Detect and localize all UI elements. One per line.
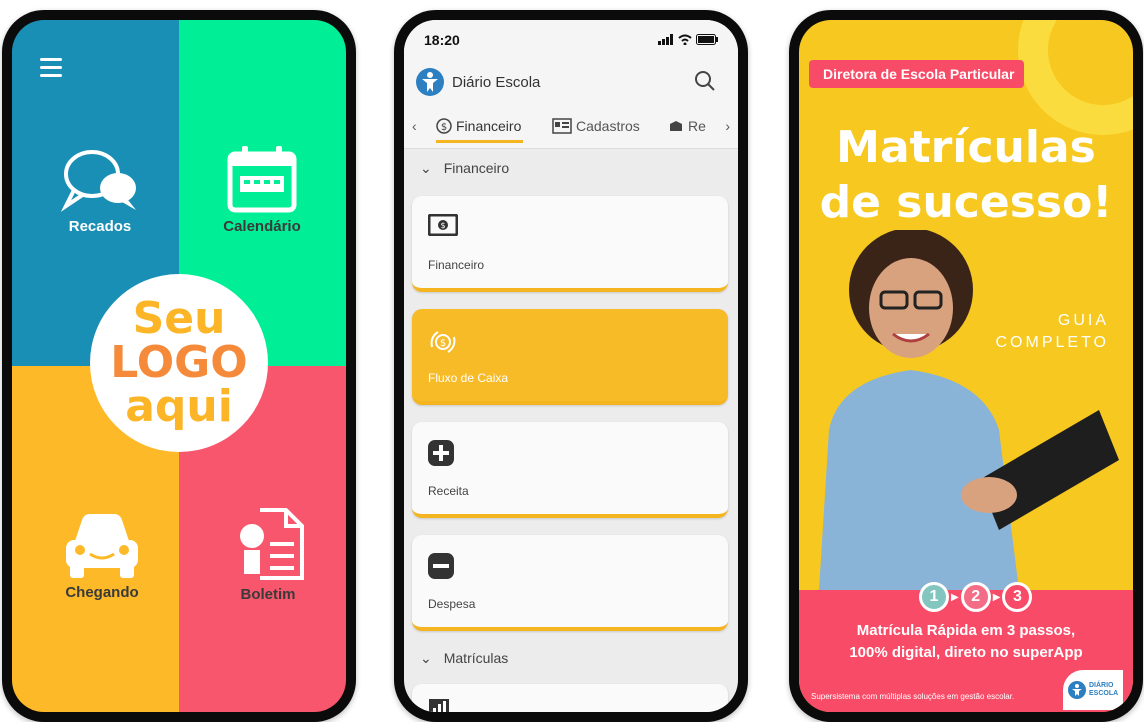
section-header-financeiro[interactable]: ⌄ Financeiro xyxy=(404,148,738,188)
card-label-financeiro: Financeiro xyxy=(428,258,485,272)
search-icon[interactable] xyxy=(694,70,716,92)
tabs-next-chevron-icon[interactable]: › xyxy=(725,118,730,134)
car-icon xyxy=(66,514,138,578)
money-circle-icon: $ xyxy=(436,118,452,134)
card-label-fluxo-de-caixa: Fluxo de Caixa xyxy=(428,371,509,385)
section-title-financeiro: Financeiro xyxy=(443,160,510,176)
chegando-tile-content[interactable]: Chegando xyxy=(60,510,144,601)
tab-label-re: Re xyxy=(688,118,706,134)
step-2: 2 xyxy=(960,582,991,612)
status-time: 18:20 xyxy=(424,32,460,48)
chat-bubbles-icon xyxy=(60,150,136,212)
plus-icon xyxy=(428,440,454,466)
brand-name: DIÁRIO ESCOLA xyxy=(1089,682,1119,697)
tile-label-boletim: Boletim xyxy=(240,586,296,603)
promo-text: Matrícula Rápida em 3 passos, 100% digit… xyxy=(799,620,1133,664)
tab-financeiro[interactable]: $ Financeiro xyxy=(436,118,524,143)
chevron-down-icon: ⌄ xyxy=(420,649,432,666)
footer-tagline: Supersistema com múltiplas soluções em g… xyxy=(811,692,1015,701)
tabs-prev-chevron-icon[interactable]: ‹ xyxy=(412,118,417,134)
brand-logo: DIÁRIO ESCOLA xyxy=(1063,670,1123,710)
step-3: 3 xyxy=(1002,582,1033,612)
svg-text:$: $ xyxy=(441,122,447,133)
tab-re[interactable]: Re xyxy=(668,118,706,134)
svg-text:$: $ xyxy=(440,338,446,349)
headline-line-1: Matrículas xyxy=(836,122,1096,173)
recados-tile-content[interactable]: Recados xyxy=(60,146,140,235)
tile-label-recados: Recados xyxy=(68,218,132,235)
card-label-despesa: Despesa xyxy=(428,597,476,611)
logo-line-3: aqui xyxy=(125,381,233,432)
chevron-down-icon: ⌄ xyxy=(420,159,432,176)
status-bar: 18:20 xyxy=(404,20,738,56)
card-label-receita: Receita xyxy=(428,484,469,498)
phone-launcher: Recados Calendário Seu LOGO aqui Chegand… xyxy=(2,10,356,722)
minus-icon xyxy=(428,553,454,579)
tab-label-financeiro: Financeiro xyxy=(456,118,522,134)
money-icon: $ xyxy=(428,214,458,236)
tile-label-chegando: Chegando xyxy=(65,584,139,601)
boletim-tile-content[interactable]: Boletim xyxy=(230,506,306,603)
steps-indicator: 1 ▶ 2 ▶ 3 xyxy=(919,582,1033,612)
app-bar: Diário Escola xyxy=(404,56,738,116)
app-logo-icon xyxy=(416,68,444,96)
logo-line-2: LOGO xyxy=(110,337,248,388)
signal-icon xyxy=(658,34,673,45)
section-header-matriculas[interactable]: ⌄ Matrículas xyxy=(404,638,738,678)
tab-bar: ‹ $ Financeiro Cadastros Re › xyxy=(404,116,738,149)
report-card-icon xyxy=(240,508,304,580)
card-matriculas-partial[interactable] xyxy=(412,684,728,712)
status-icons xyxy=(658,34,718,45)
svg-text:$: $ xyxy=(440,221,445,230)
audience-badge: Diretora de Escola Particular xyxy=(809,60,1025,88)
tab-label-cadastros: Cadastros xyxy=(576,118,640,134)
package-icon xyxy=(670,121,682,131)
section-title-matriculas: Matrículas xyxy=(443,650,509,666)
calendario-tile-content[interactable]: Calendário xyxy=(222,146,302,235)
headline-line-2: de sucesso! xyxy=(819,177,1113,228)
card-fluxo-de-caixa[interactable]: $ Fluxo de Caixa xyxy=(412,309,728,405)
phone-promo: Diretora de Escola Particular Matrículas… xyxy=(789,10,1143,722)
wifi-icon xyxy=(678,34,692,45)
battery-icon xyxy=(696,34,718,45)
promo-line-2: 100% digital, direto no superApp xyxy=(849,643,1083,661)
cash-flow-icon: $ xyxy=(430,331,456,353)
brand-figure-icon xyxy=(1068,681,1086,699)
card-despesa[interactable]: Despesa xyxy=(412,535,728,631)
phone-financeiro: 18:20 Diário Escola ‹ $ Financeiro Cadas… xyxy=(394,10,748,722)
logo-line-1: Seu xyxy=(132,293,226,344)
card-receita[interactable]: Receita xyxy=(412,422,728,518)
woman-with-tablet-illustration xyxy=(819,230,1119,590)
promo-screen: Diretora de Escola Particular Matrículas… xyxy=(799,20,1133,712)
card-financeiro[interactable]: $ Financeiro xyxy=(412,196,728,292)
calendar-icon xyxy=(227,146,297,213)
financeiro-screen: 18:20 Diário Escola ‹ $ Financeiro Cadas… xyxy=(404,20,738,712)
arrow-right-icon: ▶ xyxy=(992,591,1001,603)
tile-label-calendario: Calendário xyxy=(223,218,301,235)
id-card-icon xyxy=(552,118,572,134)
step-1: 1 xyxy=(919,582,949,612)
headline: Matrículas de sucesso! xyxy=(799,120,1133,230)
launcher-screen: Recados Calendário Seu LOGO aqui Chegand… xyxy=(12,20,346,712)
logo-placeholder: Seu LOGO aqui xyxy=(90,274,268,452)
promo-line-1: Matrícula Rápida em 3 passos, xyxy=(856,622,1076,639)
tab-cadastros[interactable]: Cadastros xyxy=(552,118,640,134)
app-name: Diário Escola xyxy=(452,74,541,91)
arrow-right-icon: ▶ xyxy=(951,591,959,603)
menu-icon[interactable] xyxy=(40,58,62,82)
